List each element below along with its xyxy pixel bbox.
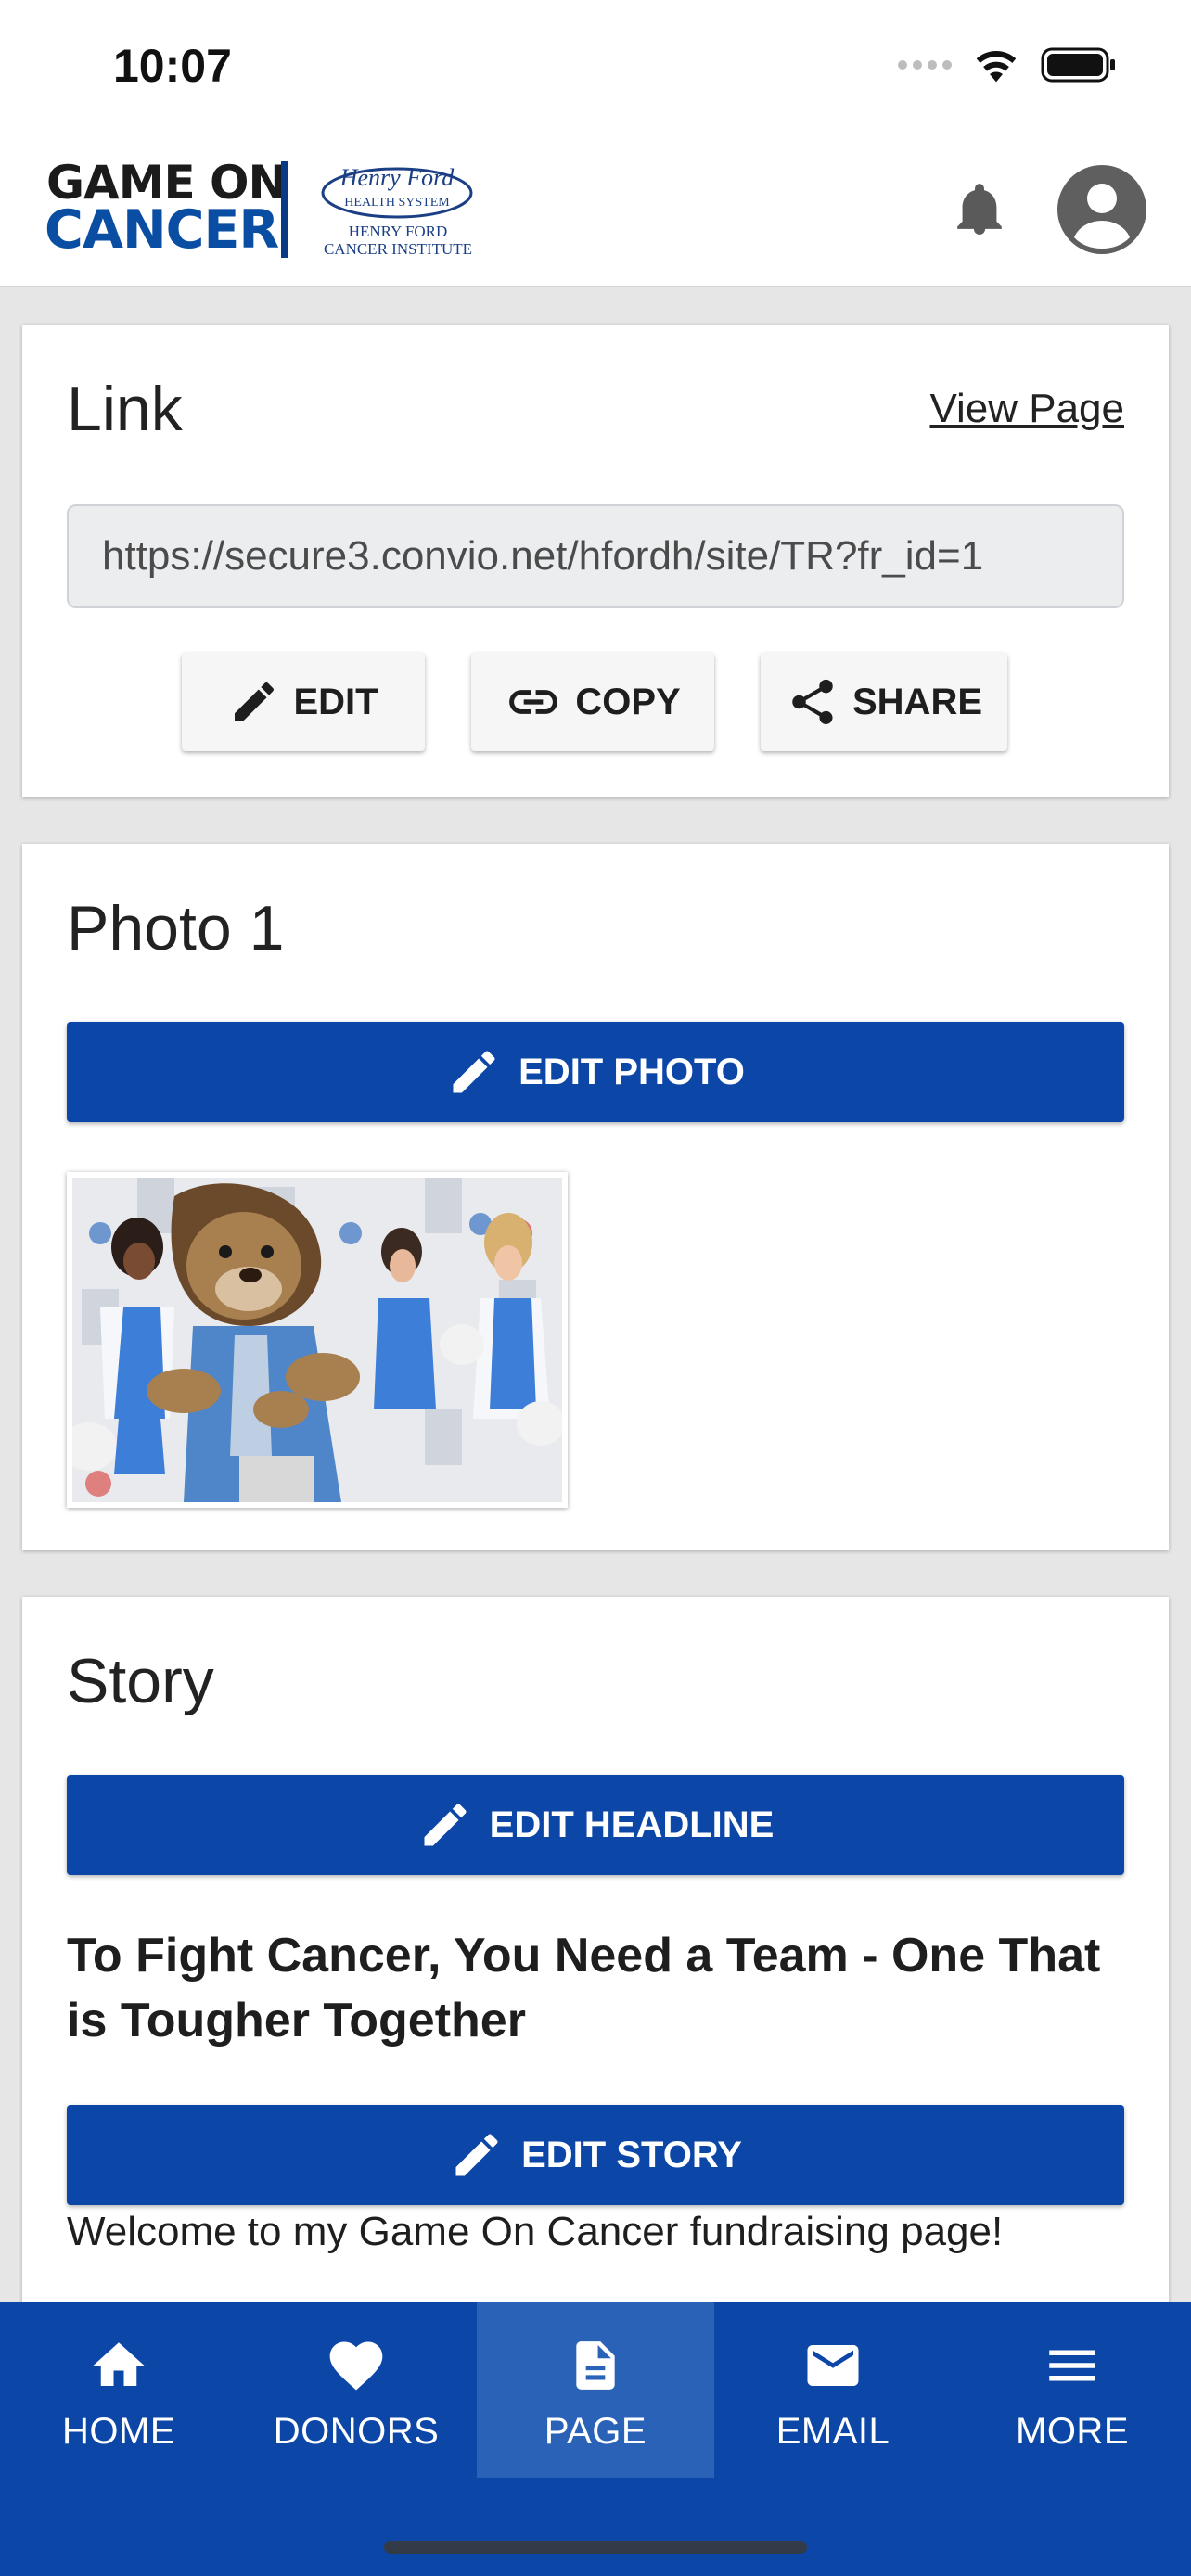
status-bar: 10:07 — [0, 0, 1191, 139]
photo-card: Photo 1 EDIT PHOTO — [22, 844, 1169, 1550]
home-icon — [93, 2342, 145, 2386]
battery-icon — [1041, 47, 1115, 83]
share-link-label: SHARE — [852, 681, 983, 722]
nav-label-email: EMAIL — [775, 2411, 890, 2452]
edit-story-label: EDIT STORY — [521, 2134, 742, 2175]
nav-label-page: PAGE — [544, 2411, 647, 2452]
story-headline: To Fight Cancer, You Need a Team - One T… — [67, 1929, 1101, 2047]
nav-item-email[interactable]: EMAIL — [714, 2302, 952, 2478]
nav-item-more[interactable]: MORE — [954, 2302, 1191, 2478]
notifications-button[interactable] — [952, 178, 1007, 243]
page-url-field[interactable]: https://secure3.convio.net/hfordh/site/T… — [67, 504, 1124, 608]
henry-ford-institute-text: HENRY FORD CANCER INSTITUTE — [310, 223, 486, 258]
edit-headline-label: EDIT HEADLINE — [489, 1804, 775, 1845]
email-icon — [807, 2345, 859, 2386]
copy-link-label: COPY — [575, 681, 681, 722]
pencil-icon — [235, 682, 275, 721]
svg-text:Henry Ford: Henry Ford — [339, 164, 455, 191]
share-link-button[interactable]: SHARE — [761, 653, 1007, 751]
view-page-link[interactable]: View Page — [929, 386, 1124, 432]
photo-image — [72, 1178, 562, 1502]
nav-label-home: HOME — [62, 2411, 175, 2452]
edit-photo-label: EDIT PHOTO — [519, 1051, 745, 1092]
photo-card-title: Photo 1 — [67, 893, 285, 963]
nav-label-more: MORE — [1016, 2411, 1129, 2452]
nav-item-home[interactable]: HOME — [0, 2302, 237, 2478]
svg-text:HEALTH SYSTEM: HEALTH SYSTEM — [344, 196, 450, 210]
link-card-title: Link — [67, 374, 183, 444]
bell-icon — [957, 184, 1002, 235]
status-icons — [898, 46, 1117, 83]
account-icon — [1074, 184, 1130, 249]
page-photo-thumbnail[interactable] — [67, 1172, 568, 1508]
logo-cancer: CANCER — [45, 199, 279, 261]
heart-icon — [329, 2341, 383, 2391]
story-body-text: Welcome to my Game On Cancer fundraising… — [67, 2209, 1004, 2254]
edit-photo-button[interactable]: EDIT PHOTO — [67, 1022, 1124, 1122]
cellular-signal-icon — [898, 60, 952, 70]
logo-divider — [281, 161, 288, 258]
wifi-icon — [976, 51, 1017, 83]
partner-line1: HENRY FORD — [348, 223, 448, 240]
app-header: GAME ON CANCER Henry Ford HEALTH SYSTEM … — [0, 139, 1191, 287]
edit-story-button[interactable]: EDIT STORY — [67, 2105, 1124, 2205]
menu-icon — [1049, 2350, 1095, 2381]
nav-label-donors: DONORS — [273, 2411, 440, 2452]
share-icon — [792, 679, 833, 724]
link-card: Link View Page https://secure3.convio.ne… — [22, 325, 1169, 797]
status-time: 10:07 — [113, 40, 232, 92]
edit-link-label: EDIT — [293, 681, 378, 722]
edit-link-button[interactable]: EDIT — [182, 653, 425, 751]
story-card-title: Story — [67, 1646, 214, 1716]
account-avatar-button[interactable] — [1057, 165, 1146, 254]
home-indicator[interactable] — [384, 2541, 807, 2554]
document-icon — [576, 2341, 615, 2390]
pencil-icon — [453, 1051, 495, 1093]
pencil-icon — [455, 2134, 498, 2176]
pencil-icon — [424, 1804, 467, 1846]
partner-line2: CANCER INSTITUTE — [323, 240, 473, 258]
copy-link-button[interactable]: COPY — [471, 653, 714, 751]
mascot-cheerleaders-photo — [72, 1178, 562, 1502]
link-icon — [509, 690, 558, 714]
edit-headline-button[interactable]: EDIT HEADLINE — [67, 1775, 1124, 1875]
bottom-navigation: HOME DONORS PAGE EMAIL MORE — [0, 2302, 1191, 2576]
nav-item-page[interactable]: PAGE — [477, 2302, 714, 2478]
nav-item-donors[interactable]: DONORS — [237, 2302, 475, 2478]
